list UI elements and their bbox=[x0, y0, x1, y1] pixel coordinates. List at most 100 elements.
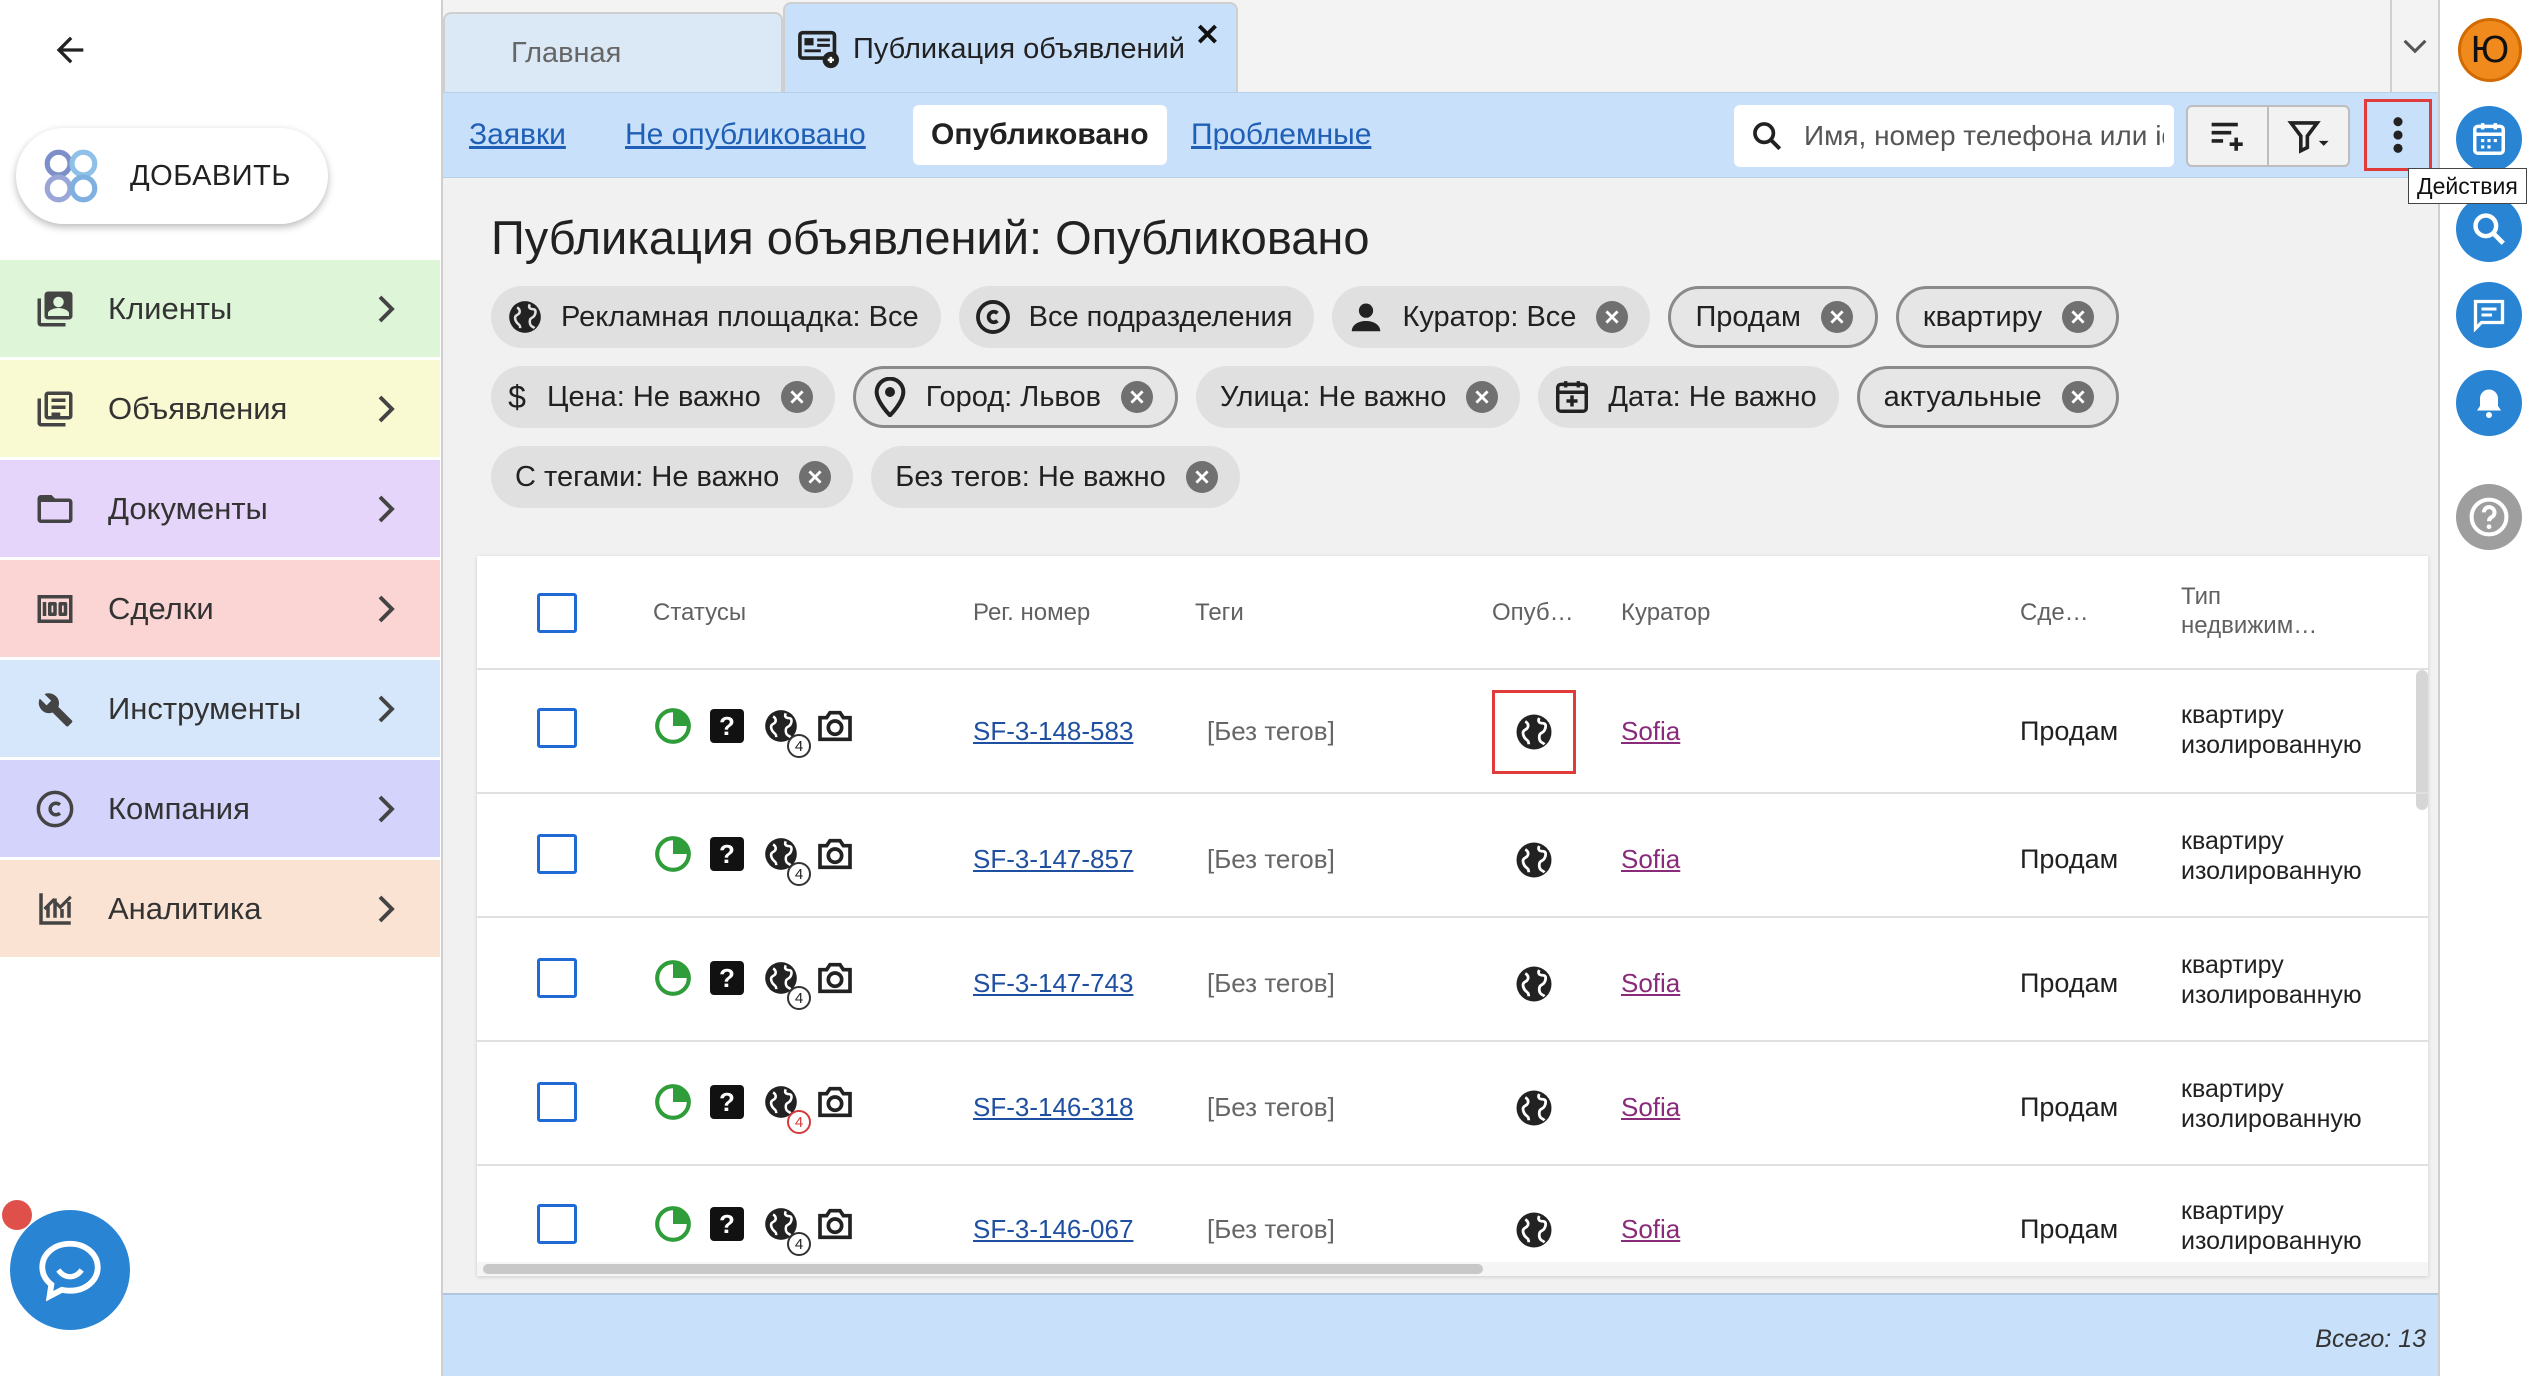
published-globe-button[interactable] bbox=[1492, 1066, 1576, 1150]
chat-icon bbox=[39, 1240, 101, 1302]
search-input[interactable] bbox=[1804, 120, 2164, 152]
chip-remove-button[interactable] bbox=[1121, 381, 1154, 413]
header-property-type[interactable]: Тип недвижим… bbox=[2181, 582, 2317, 640]
select-all-checkbox[interactable] bbox=[537, 593, 577, 633]
row-checkbox[interactable] bbox=[537, 708, 577, 748]
tab-publication-label: Публикация объявлений bbox=[853, 32, 1185, 65]
chip-remove-button[interactable] bbox=[1466, 381, 1499, 413]
subtab-unpublished[interactable]: Не опубликовано bbox=[625, 105, 866, 165]
chip-remove-button[interactable] bbox=[2062, 301, 2095, 333]
published-globe-button[interactable] bbox=[1492, 690, 1576, 774]
horizontal-scrollbar[interactable] bbox=[483, 1264, 1483, 1274]
published-globe-button[interactable] bbox=[1492, 1188, 1576, 1272]
table-row[interactable]: ? 4 SF-3-146-067 [Без тегов] Sofia Прода… bbox=[477, 1166, 2428, 1276]
search-icon bbox=[1753, 122, 1782, 151]
messages-button[interactable] bbox=[2456, 282, 2522, 348]
chip-departments[interactable]: Все подразделения bbox=[958, 286, 1315, 348]
sidebar-item-tools[interactable]: Инструменты bbox=[0, 660, 440, 757]
chat-button[interactable] bbox=[10, 1210, 130, 1330]
header-tags[interactable]: Теги bbox=[1195, 598, 1244, 627]
search-button[interactable] bbox=[2456, 196, 2522, 262]
chip-remove-button[interactable] bbox=[1596, 301, 1629, 333]
help-button[interactable] bbox=[2456, 484, 2522, 550]
user-avatar[interactable]: Ю bbox=[2458, 18, 2522, 82]
table-row[interactable]: ? 4 SF-3-147-857 [Без тегов] Sofia Прода… bbox=[477, 794, 2428, 918]
chip-ad-platform[interactable]: Рекламная площадка: Все bbox=[491, 286, 941, 348]
tabs-dropdown-button[interactable] bbox=[2390, 0, 2438, 92]
published-globe-button[interactable] bbox=[1492, 818, 1576, 902]
clock-pie-icon bbox=[655, 1084, 691, 1120]
chip-label: Куратор: Все bbox=[1402, 300, 1577, 333]
calendar-button[interactable] bbox=[2456, 106, 2522, 172]
filter-menu-button[interactable] bbox=[2267, 107, 2348, 165]
copyright-icon bbox=[975, 300, 1010, 334]
table-row[interactable]: ? 4 SF-3-147-743 [Без тегов] Sofia Прода… bbox=[477, 918, 2428, 1042]
right-rail: Ю bbox=[2440, 0, 2538, 1376]
chip-apartment[interactable]: квартиру bbox=[1895, 286, 2120, 348]
tab-close-button[interactable]: ✕ bbox=[1195, 18, 1220, 53]
curator-link[interactable]: Sofia bbox=[1621, 716, 1680, 747]
header-reg-number[interactable]: Рег. номер bbox=[973, 598, 1090, 627]
chip-actual[interactable]: актуальные bbox=[1856, 366, 2119, 428]
chip-date[interactable]: Дата: Не важно bbox=[1538, 366, 1839, 428]
chip-price[interactable]: $ Цена: Не важно bbox=[491, 366, 835, 428]
header-published[interactable]: Опуб… bbox=[1492, 598, 1574, 627]
chip-without-tags[interactable]: Без тегов: Не важно bbox=[871, 446, 1240, 508]
chip-remove-button[interactable] bbox=[1820, 301, 1853, 333]
chip-remove-button[interactable] bbox=[799, 461, 832, 493]
actions-menu-button[interactable] bbox=[2364, 99, 2432, 171]
table-row[interactable]: ? 4 SF-3-148-583 [Без тегов] Sofia Прода… bbox=[477, 670, 2428, 794]
row-checkbox[interactable] bbox=[537, 834, 577, 874]
published-globe-button[interactable] bbox=[1492, 942, 1576, 1026]
reg-number-link[interactable]: SF-3-146-067 bbox=[973, 1214, 1133, 1245]
chip-label: Все подразделения bbox=[1028, 300, 1293, 333]
header-curator[interactable]: Куратор bbox=[1621, 598, 1710, 627]
reg-number-link[interactable]: SF-3-148-583 bbox=[973, 716, 1133, 747]
search-box bbox=[1734, 105, 2174, 167]
sidebar-item-listings[interactable]: Объявления bbox=[0, 360, 440, 457]
chip-curator[interactable]: Куратор: Все bbox=[1332, 286, 1651, 348]
subtab-problematic[interactable]: Проблемные bbox=[1191, 105, 1371, 165]
reg-number-link[interactable]: SF-3-147-743 bbox=[973, 968, 1133, 999]
sidebar-item-company[interactable]: Компания bbox=[0, 760, 440, 857]
curator-link[interactable]: Sofia bbox=[1621, 1214, 1680, 1245]
chip-street[interactable]: Улица: Не важно bbox=[1196, 366, 1521, 428]
chip-sell[interactable]: Продам bbox=[1668, 286, 1878, 348]
publication-tab-icon bbox=[798, 30, 839, 69]
camera-icon bbox=[818, 710, 852, 742]
subtab-published[interactable]: Опубликовано bbox=[913, 105, 1167, 165]
add-button[interactable]: ДОБАВИТЬ bbox=[16, 128, 328, 224]
curator-link[interactable]: Sofia bbox=[1621, 844, 1680, 875]
reg-number-link[interactable]: SF-3-147-857 bbox=[973, 844, 1133, 875]
back-button[interactable] bbox=[42, 22, 98, 78]
row-checkbox[interactable] bbox=[537, 1204, 577, 1244]
curator-link[interactable]: Sofia bbox=[1621, 1092, 1680, 1123]
reg-number-link[interactable]: SF-3-146-318 bbox=[973, 1092, 1133, 1123]
chip-city[interactable]: Город: Львов bbox=[852, 366, 1179, 428]
chip-remove-button[interactable] bbox=[780, 381, 813, 413]
curator-link[interactable]: Sofia bbox=[1621, 968, 1680, 999]
row-checkbox[interactable] bbox=[537, 958, 577, 998]
sidebar-item-documents[interactable]: Документы bbox=[0, 460, 440, 557]
tab-publication[interactable]: Публикация объявлений ✕ bbox=[783, 2, 1238, 94]
chip-with-tags[interactable]: С тегами: Не важно bbox=[491, 446, 854, 508]
subtab-requests[interactable]: Заявки bbox=[469, 105, 566, 165]
sidebar: ДОБАВИТЬ Клиенты Объявления Документы Сд… bbox=[0, 0, 440, 1376]
sidebar-item-analytics[interactable]: Аналитика bbox=[0, 860, 440, 957]
header-statuses[interactable]: Статусы bbox=[653, 598, 746, 627]
row-deal: Продам bbox=[2020, 716, 2119, 746]
chip-remove-button[interactable] bbox=[2061, 381, 2094, 413]
sidebar-item-deals[interactable]: Сделки bbox=[0, 560, 440, 657]
notifications-button[interactable] bbox=[2456, 370, 2522, 436]
add-filter-button[interactable] bbox=[2188, 107, 2267, 165]
globe-icon bbox=[1516, 842, 1552, 878]
platform-count-badge: 4 bbox=[787, 1110, 811, 1134]
close-icon bbox=[1195, 470, 1209, 484]
row-checkbox[interactable] bbox=[537, 1082, 577, 1122]
tab-home[interactable]: Главная bbox=[443, 12, 783, 92]
chip-remove-button[interactable] bbox=[1185, 461, 1218, 493]
table-row[interactable]: ? 4 SF-3-146-318 [Без тегов] Sofia Прода… bbox=[477, 1042, 2428, 1166]
row-statuses: ? 4 bbox=[653, 834, 855, 886]
header-deal[interactable]: Сде… bbox=[2020, 598, 2089, 627]
sidebar-item-clients[interactable]: Клиенты bbox=[0, 260, 440, 357]
